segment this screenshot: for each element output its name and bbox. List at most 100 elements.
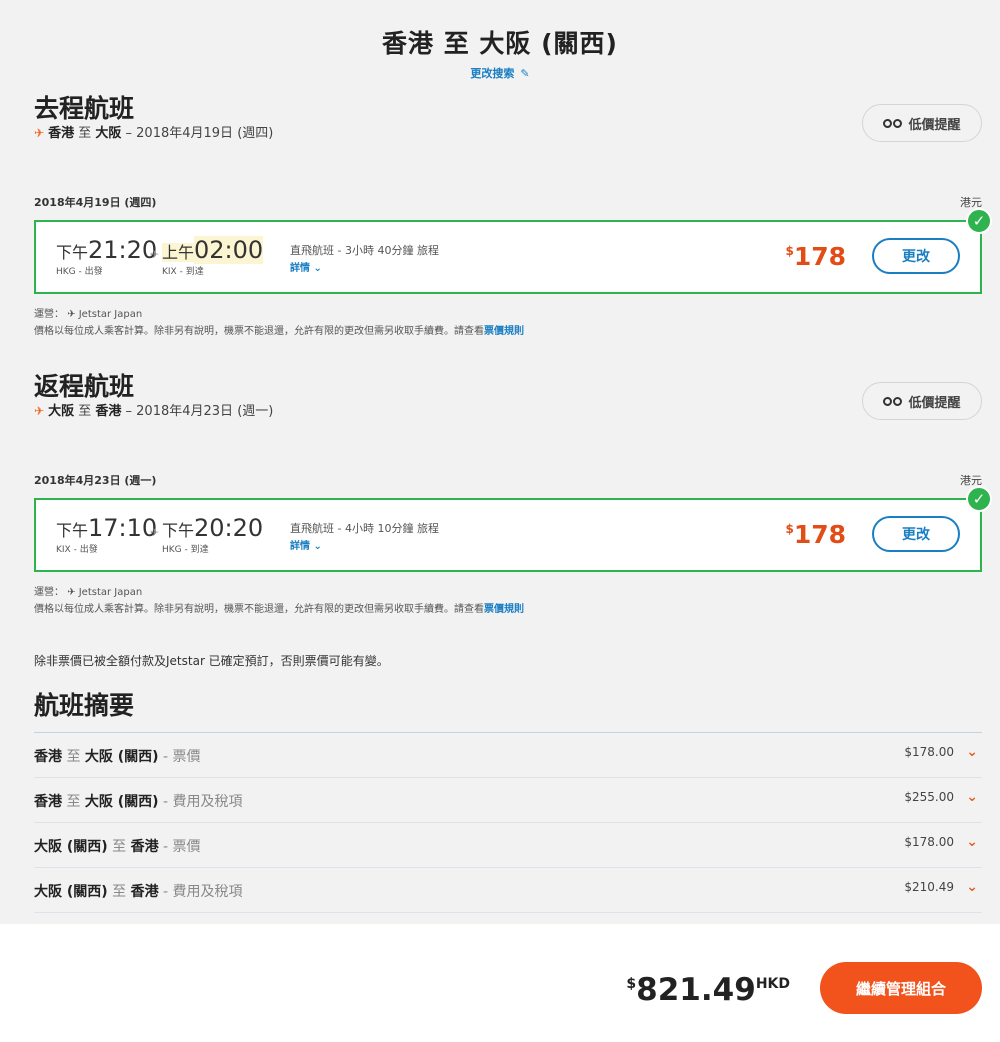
departure-period: 下午 bbox=[56, 243, 89, 262]
fare-rules-link[interactable]: 票價規則 bbox=[484, 604, 524, 615]
route-to-word: 至 bbox=[78, 126, 92, 141]
summary-row[interactable]: 香港 至 大阪 (關西) - 費用及稅項 $255.00 ⌄ bbox=[34, 778, 982, 823]
flight-duration: 直飛航班 - 3小時 40分鐘 旅程 bbox=[290, 244, 439, 257]
price-alert-button[interactable]: 低價提醒 bbox=[862, 382, 982, 420]
summary-amount: $210.49 bbox=[904, 880, 954, 894]
check-icon: ✓ bbox=[966, 486, 992, 512]
fare-note: 價格以每位成人乘客計算。除非另有說明，機票不能退還，允許有限的更改但需另收取手續… bbox=[34, 601, 982, 618]
arrival-time-block: 下午20:20 HKG - 到達 bbox=[162, 514, 264, 555]
arrival-airport: KIX - 到達 bbox=[162, 267, 204, 277]
return-date-row: 2018年4月23日 (週一) 港元 bbox=[34, 472, 982, 488]
summary-row[interactable]: 大阪 (關西) 至 香港 - 費用及稅項 $210.49 ⌄ bbox=[34, 868, 982, 913]
modify-search-link[interactable]: 更改搜索 ✎ bbox=[0, 65, 1000, 81]
operator-info: 運營： ✈ Jetstar Japan 價格以每位成人乘客計算。除非另有說明，機… bbox=[34, 306, 982, 340]
summary-kind: - 票價 bbox=[163, 749, 201, 765]
route-date: – 2018年4月19日 (週四) bbox=[125, 126, 274, 141]
summary-row-label: 香港 至 大阪 (關西) - 費用及稅項 bbox=[34, 791, 243, 811]
price-alert-label: 低價提醒 bbox=[908, 395, 961, 411]
fare-note-text: 價格以每位成人乘客計算。除非另有說明，機票不能退還，允許有限的更改但需另收取手續… bbox=[34, 326, 484, 337]
chevron-down-icon[interactable]: ⌄ bbox=[966, 744, 978, 760]
summary-origin: 大阪 (關西) bbox=[34, 839, 108, 855]
flight-date: 2018年4月19日 (週四) bbox=[34, 196, 157, 209]
flight-price: $178 bbox=[785, 520, 846, 549]
outbound-date-row: 2018年4月19日 (週四) 港元 bbox=[34, 194, 982, 210]
modify-search-label: 更改搜索 bbox=[470, 67, 515, 80]
arrival-time-block: 上午02:00 KIX - 到達 bbox=[162, 236, 264, 277]
chevron-down-icon[interactable]: ⌄ bbox=[966, 789, 978, 805]
departure-period: 下午 bbox=[56, 521, 89, 540]
summary-to-word: 至 bbox=[112, 884, 127, 900]
summary-origin: 香港 bbox=[34, 749, 62, 765]
summary-list: 香港 至 大阪 (關西) - 票價 $178.00 ⌄ 香港 至 大阪 (關西)… bbox=[34, 732, 982, 913]
arrival-period: 下午 bbox=[162, 521, 195, 540]
departure-time: 17:10 bbox=[88, 514, 158, 542]
price-value: 178 bbox=[793, 520, 846, 549]
plane-icon: ✈ bbox=[34, 126, 45, 140]
details-link[interactable]: 詳情 ⌄ bbox=[290, 537, 439, 552]
total-currency: HKD bbox=[755, 976, 790, 992]
plane-icon: ✈ bbox=[34, 404, 45, 418]
route-origin: 香港 bbox=[48, 126, 75, 141]
flight-info: 直飛航班 - 4小時 10分鐘 旅程 詳情 ⌄ bbox=[290, 520, 439, 552]
summary-destination: 大阪 (關西) bbox=[84, 749, 159, 765]
chevron-down-icon[interactable]: ⌄ bbox=[966, 879, 978, 895]
details-label: 詳情 bbox=[290, 263, 310, 274]
arrival-period: 上午 bbox=[162, 243, 195, 262]
chevron-down-icon[interactable]: ⌄ bbox=[966, 834, 978, 850]
outbound-heading: 去程航班 bbox=[34, 94, 135, 123]
outbound-section: 去程航班 ✈ 香港 至 大阪 – 2018年4月19日 (週四) 低價提醒 201… bbox=[34, 94, 992, 337]
price-value: 178 bbox=[793, 242, 846, 271]
summary-amount: $178.00 bbox=[904, 835, 954, 849]
plane-icon: ✈ bbox=[150, 526, 160, 539]
route-origin: 大阪 bbox=[48, 404, 75, 419]
return-route: ✈ 大阪 至 香港 – 2018年4月23日 (週一) bbox=[34, 402, 982, 421]
return-section: 返程航班 ✈ 大阪 至 香港 – 2018年4月23日 (週一) 低價提醒 201… bbox=[34, 372, 992, 615]
outbound-route: ✈ 香港 至 大阪 – 2018年4月19日 (週四) bbox=[34, 124, 982, 143]
total-symbol: $ bbox=[626, 976, 637, 992]
binoculars-icon bbox=[883, 396, 903, 406]
summary-row[interactable]: 香港 至 大阪 (關西) - 票價 $178.00 ⌄ bbox=[34, 733, 982, 778]
page-title: 香港 至 大阪 (關西) bbox=[382, 29, 618, 58]
check-icon: ✓ bbox=[966, 208, 992, 234]
route-to-word: 至 bbox=[78, 404, 92, 419]
change-flight-button[interactable]: 更改 bbox=[872, 516, 960, 552]
route-destination: 大阪 bbox=[95, 126, 122, 141]
return-heading: 返程航班 bbox=[34, 372, 135, 401]
return-flight-card[interactable]: ✓ 下午17:10 KIX - 出發 ✈ 下午20:20 HKG - 到達 直飛… bbox=[34, 486, 992, 572]
details-link[interactable]: 詳情 ⌄ bbox=[290, 259, 439, 274]
summary-origin: 大阪 (關西) bbox=[34, 884, 108, 900]
continue-manage-button[interactable]: 繼續管理組合 bbox=[820, 962, 982, 1014]
chevron-down-icon: ⌄ bbox=[313, 263, 322, 274]
summary-destination: 香港 bbox=[130, 884, 159, 900]
total-value: 821.49 bbox=[636, 972, 756, 1008]
change-flight-button[interactable]: 更改 bbox=[872, 238, 960, 274]
summary-amount: $255.00 bbox=[904, 790, 954, 804]
checkout-footer: $821.49HKD 繼續管理組合 bbox=[0, 924, 1000, 1042]
summary-row[interactable]: 大阪 (關西) 至 香港 - 票價 $178.00 ⌄ bbox=[34, 823, 982, 868]
binoculars-icon bbox=[883, 118, 903, 128]
summary-kind: - 費用及稅項 bbox=[163, 884, 243, 900]
flight-info: 直飛航班 - 3小時 40分鐘 旅程 詳情 ⌄ bbox=[290, 242, 439, 274]
route-destination: 香港 bbox=[95, 404, 122, 419]
summary-title: 航班摘要 bbox=[34, 691, 135, 720]
summary-row-label: 大阪 (關西) 至 香港 - 費用及稅項 bbox=[34, 881, 243, 901]
summary-to-word: 至 bbox=[66, 749, 81, 765]
departure-time-block: 下午21:20 HKG - 出發 bbox=[56, 236, 158, 277]
details-label: 詳情 bbox=[290, 541, 310, 552]
summary-destination: 大阪 (關西) bbox=[84, 794, 159, 810]
summary-row-label: 大阪 (關西) 至 香港 - 票價 bbox=[34, 836, 201, 856]
flight-duration: 直飛航班 - 4小時 10分鐘 旅程 bbox=[290, 522, 439, 535]
summary-to-word: 至 bbox=[112, 839, 127, 855]
departure-time-block: 下午17:10 KIX - 出發 bbox=[56, 514, 158, 555]
summary-kind: - 票價 bbox=[163, 839, 201, 855]
departure-airport: KIX - 出發 bbox=[56, 545, 98, 555]
outbound-flight-card[interactable]: ✓ 下午21:20 HKG - 出發 ✈ 上午02:00 KIX - 到達 直飛… bbox=[34, 208, 992, 294]
pencil-icon: ✎ bbox=[520, 67, 530, 80]
departure-time: 21:20 bbox=[88, 236, 158, 264]
arrival-time: 20:20 bbox=[194, 514, 264, 542]
price-alert-button[interactable]: 低價提醒 bbox=[862, 104, 982, 142]
fare-rules-link[interactable]: 票價規則 bbox=[484, 326, 524, 337]
price-symbol: $ bbox=[785, 522, 794, 536]
summary-origin: 香港 bbox=[34, 794, 62, 810]
operator-line: 運營： ✈ Jetstar Japan bbox=[34, 309, 143, 320]
